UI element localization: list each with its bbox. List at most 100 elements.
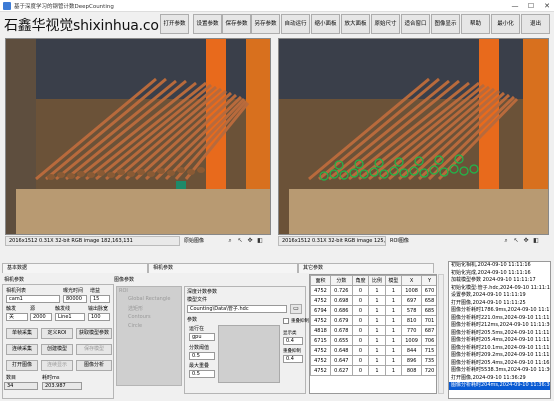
column-header[interactable]: 模型 (384, 275, 403, 286)
toolbar-button-5[interactable]: 缩小面板 (311, 14, 340, 34)
column-header[interactable]: 角度 (351, 275, 370, 286)
log-entry[interactable]: 图像分析耗时205.5ms,2024-09-10 11:11:39 (449, 330, 550, 338)
tab-camera-params[interactable]: 相机参数 (148, 263, 298, 273)
table-row[interactable]: 4752 0.648 0 1 1 844 715 (310, 345, 436, 356)
original-image-view[interactable] (5, 38, 271, 235)
column-header[interactable]: 分数 (329, 275, 353, 286)
create-model-button[interactable]: 创建模型 (41, 344, 73, 355)
table-cell: 1009 (401, 335, 423, 346)
image-analysis-button[interactable]: 图像分析 (76, 360, 112, 371)
show-class-input[interactable]: 0.4 (283, 337, 303, 345)
zoom-icon[interactable]: ⌕ (226, 236, 234, 245)
max-overlap-input[interactable]: 0.5 (189, 370, 215, 378)
minimize-window-icon[interactable]: — (508, 1, 522, 11)
pan-icon-right[interactable]: ✥ (522, 236, 530, 245)
log-entry[interactable]: 图像分析耗时5538.3ms,2024-09-10 11:36:29 (449, 367, 550, 375)
folder-open-icon[interactable]: ▭ (290, 304, 302, 314)
roi-circle: Circle (128, 323, 143, 329)
continuous-display-button[interactable]: 连续显示 (41, 360, 73, 371)
table-row[interactable]: 6794 0.686 0 1 1 578 685 (310, 305, 436, 316)
log-entry[interactable]: 打开图像,2024-09-10 11:36:29 (449, 375, 550, 383)
continuous-capture-button[interactable]: 连续采集 (6, 344, 38, 355)
checkbox-overlap-suppress[interactable] (283, 318, 289, 324)
image-params-label: 图像参数 (114, 277, 135, 283)
tab-other-params[interactable]: 其它参数 (298, 263, 434, 273)
maximize-window-icon[interactable]: ☐ (524, 1, 538, 11)
log-entry[interactable]: 初始化模型:管子.hdc,2024-09-10 11:11:19 (449, 285, 550, 293)
output-width-input[interactable]: 100 (88, 313, 110, 321)
table-row[interactable]: 6715 0.655 0 1 1 1009 706 (310, 335, 436, 346)
toolbar-button-10[interactable]: 帮助 (461, 14, 490, 34)
tab-basic-data[interactable]: 基本数据 (2, 263, 148, 273)
column-header[interactable]: Y (421, 275, 436, 286)
table-row[interactable]: 4752 0.679 0 1 1 810 701 (310, 315, 436, 326)
trigger-select[interactable]: 关 (6, 313, 28, 321)
gain-input[interactable]: 15 (90, 295, 110, 303)
open-image-button[interactable]: 打开图像 (6, 360, 38, 371)
log-entry[interactable]: 图像分析耗时205.4ms,2024-09-10 11:11:40 (449, 337, 550, 345)
log-entry[interactable]: 图像分析耗时221.0ms,2024-09-10 11:11:35 (449, 315, 550, 323)
fit-icon[interactable]: ◧ (256, 236, 264, 245)
exposure-input[interactable]: 80000 (63, 295, 87, 303)
table-row[interactable]: 4818 0.678 0 1 1 770 687 (310, 325, 436, 336)
table-row[interactable]: 4752 0.698 0 1 1 697 658 (310, 295, 436, 306)
get-model-params-button[interactable]: 获取模型参数 (76, 328, 112, 339)
toolbar-button-3[interactable]: 另存参数 (251, 14, 280, 34)
log-entry[interactable]: 图像分析耗时205.4ms,2024-09-10 11:16:28 (449, 360, 550, 368)
log-entry[interactable]: 加载模型参数 2024-09-10 11:11:17 (449, 277, 550, 285)
toolbar-button-2[interactable]: 保存参数 (222, 14, 251, 34)
results-table[interactable]: 面积 分数 角度 比例 模型 X Y 4752 0.726 0 1 1 1008 670 4752 0.69… (309, 274, 437, 394)
toolbar-button-8[interactable]: 适合窗口 (401, 14, 430, 34)
roi-image-status: 2016x1512 0.31X 32-bit RGB image 125,89,… (278, 236, 386, 246)
zoom-icon-right[interactable]: ⌕ (502, 236, 510, 245)
column-header[interactable]: X (401, 275, 423, 286)
toolbar-button-7[interactable]: 原始尺寸 (371, 14, 400, 34)
score-threshold-input[interactable]: 0.5 (189, 352, 215, 360)
toolbar-button-11[interactable]: 最小化 (491, 14, 520, 34)
log-entry[interactable]: 图像分析耗时209.2ms,2024-09-10 11:11:43 (449, 352, 550, 360)
fit-icon-right[interactable]: ◧ (532, 236, 540, 245)
column-header[interactable]: 面积 (310, 275, 331, 286)
close-window-icon[interactable]: ✕ (540, 1, 554, 11)
log-entry[interactable]: 设置参数,2024-09-10 11:11:19 (449, 292, 550, 300)
table-cell: 0 (351, 295, 370, 306)
run-on-select[interactable]: gpu (189, 333, 215, 341)
log-entry[interactable]: 图像分析耗时210.1ms,2024-09-10 11:11:41 (449, 345, 550, 353)
table-row[interactable]: 4752 0.627 0 1 1 808 720 (310, 365, 436, 376)
model-file-input[interactable]: Counting\Data\管子.hdc (187, 305, 287, 313)
toolbar-button-0[interactable]: 打开参数 (160, 14, 189, 34)
overlap-suppress-2-input[interactable]: 0.4 (283, 355, 303, 363)
trigger-source-input[interactable]: 2000 (30, 313, 52, 321)
pointer-icon-right[interactable]: ↖ (512, 236, 520, 245)
define-roi-button[interactable]: 定义ROI (41, 328, 73, 339)
pan-icon[interactable]: ✥ (246, 236, 254, 245)
roi-image-label: ROI图像 (390, 238, 409, 244)
table-cell: 1 (368, 355, 386, 366)
score-threshold-label: 分数阈值 (189, 345, 210, 351)
trigger-line-select[interactable]: Line1 (55, 313, 85, 321)
table-row[interactable]: 4752 0.647 0 1 1 896 735 (310, 355, 436, 366)
toolbar-button-1[interactable]: 设置参数 (193, 14, 222, 34)
single-capture-button[interactable]: 单帧采集 (6, 328, 38, 339)
log-list[interactable]: 初始化相机,2024-09-10 11:11:16 初始化完成,2024-09-1… (448, 261, 551, 399)
log-entry[interactable]: 初始化相机,2024-09-10 11:11:16 (449, 262, 550, 270)
table-row[interactable]: 4752 0.726 0 1 1 1008 670 (310, 285, 436, 296)
log-entry[interactable]: 打开图像,2024-09-10 11:11:25 (449, 300, 550, 308)
log-entry[interactable]: 初始化完成,2024-09-10 11:11:16 (449, 270, 550, 278)
log-entry[interactable]: 图像分析耗时204ms,2024-09-10 11:36:30 (449, 382, 550, 390)
toolbar-button-9[interactable]: 图像显示 (431, 14, 460, 34)
save-model-button[interactable]: 保存模型 (76, 344, 112, 355)
toolbar-button-12[interactable]: 退出 (521, 14, 550, 34)
table-scrollbar[interactable] (438, 274, 444, 394)
log-entry[interactable]: 图像分析耗时1786.9ms,2024-09-10 11:11:25 (449, 307, 550, 315)
camera-list-select[interactable]: cam1 (6, 295, 60, 303)
column-header[interactable]: 比例 (368, 275, 386, 286)
original-image-picture (6, 39, 270, 234)
pointer-icon[interactable]: ↖ (236, 236, 244, 245)
table-cell: 0.686 (329, 305, 353, 316)
log-entry[interactable]: 图像分析耗时212ms,2024-09-10 11:11:36 (449, 322, 550, 330)
toolbar-button-4[interactable]: 自动运行 (281, 14, 310, 34)
toolbar-button-6[interactable]: 放大面板 (341, 14, 370, 34)
table-cell: 1 (384, 285, 403, 296)
roi-image-view[interactable] (278, 38, 549, 235)
